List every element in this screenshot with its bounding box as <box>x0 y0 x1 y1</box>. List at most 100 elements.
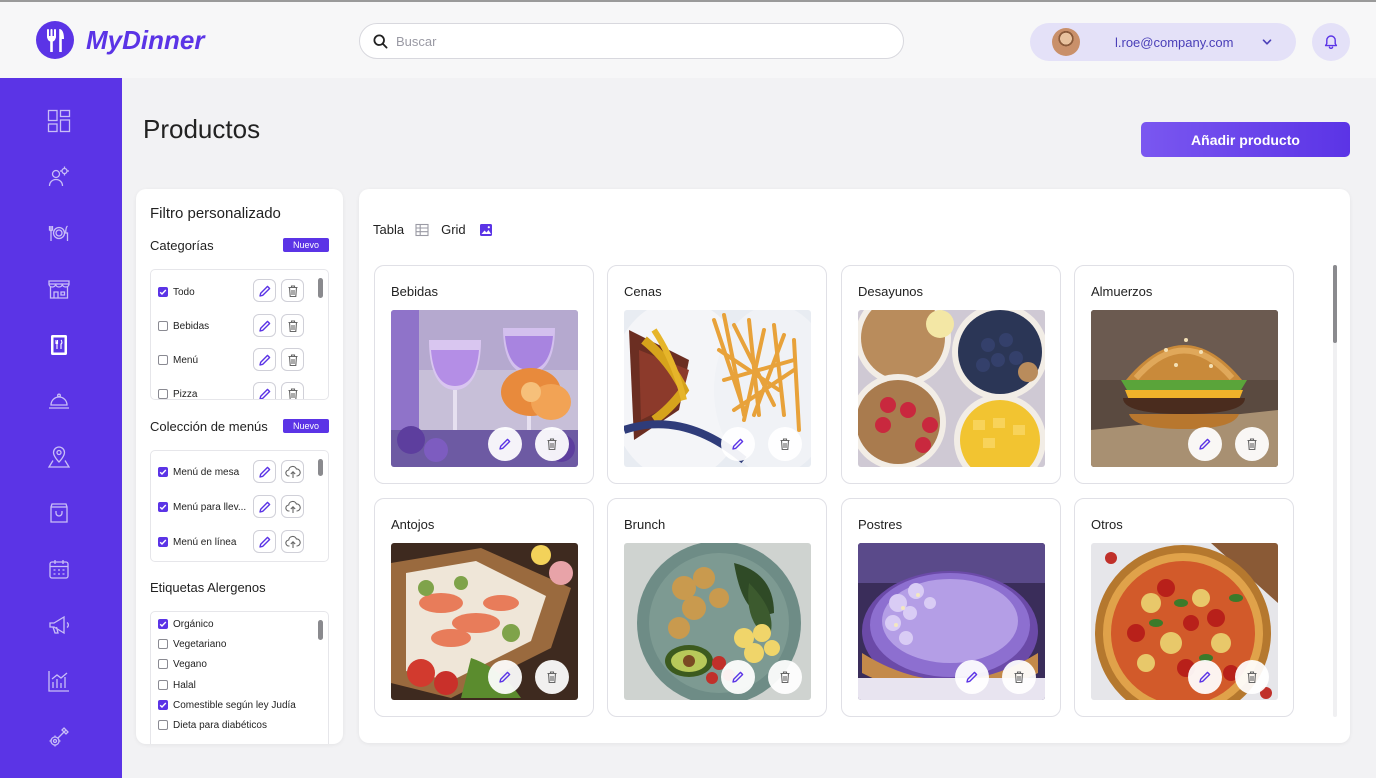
product-title: Postres <box>858 517 903 532</box>
store-icon[interactable] <box>47 277 71 301</box>
trash-icon <box>286 353 300 367</box>
scrollbar-thumb[interactable] <box>318 278 323 298</box>
delete-product-button[interactable] <box>768 660 802 694</box>
edit-button[interactable] <box>253 279 276 302</box>
product-card[interactable]: Almuerzos <box>1074 265 1294 484</box>
allergen-label: Dieta para diabéticos <box>173 719 267 731</box>
product-title: Almuerzos <box>1091 284 1153 299</box>
user-email: l.roe@company.com <box>1115 34 1234 50</box>
scrollbar-thumb[interactable] <box>318 459 323 476</box>
allergens-list: Orgánico Vegetariano Vegano Halal Comest… <box>150 611 329 744</box>
checkbox[interactable] <box>158 639 168 649</box>
dining-icon[interactable] <box>47 221 71 245</box>
table-view-label[interactable]: Tabla <box>373 222 404 237</box>
delete-product-button[interactable] <box>535 427 569 461</box>
product-card[interactable]: Cenas <box>607 265 827 484</box>
trash-icon <box>545 670 559 684</box>
delete-product-button[interactable] <box>535 660 569 694</box>
categories-label: Categorías <box>150 238 214 253</box>
search-bar[interactable] <box>359 23 904 59</box>
edit-product-button[interactable] <box>488 660 522 694</box>
categories-new-badge[interactable]: Nuevo <box>283 238 329 252</box>
tools-icon[interactable] <box>47 725 71 749</box>
edit-button[interactable] <box>253 495 276 518</box>
allergen-item[interactable]: Dieta para diabéticos <box>158 713 318 737</box>
edit-button[interactable] <box>253 382 276 399</box>
checkbox[interactable] <box>158 619 168 629</box>
allergen-label: Comestible según ley Judía <box>173 699 296 711</box>
delete-button[interactable] <box>281 348 304 371</box>
delete-product-button[interactable] <box>768 427 802 461</box>
upload-button[interactable] <box>281 530 304 553</box>
table-icon[interactable] <box>415 223 429 237</box>
delete-product-button[interactable] <box>1235 427 1269 461</box>
edit-product-button[interactable] <box>721 660 755 694</box>
checkbox[interactable] <box>158 700 168 710</box>
search-input[interactable] <box>396 33 876 49</box>
checkbox[interactable] <box>158 355 168 365</box>
grid-view-label[interactable]: Grid <box>441 222 466 237</box>
logo[interactable]: MyDinner <box>36 21 204 59</box>
delete-button[interactable] <box>281 279 304 302</box>
cloche-icon[interactable] <box>47 389 71 413</box>
product-title: Brunch <box>624 517 666 532</box>
checkbox[interactable] <box>158 502 168 512</box>
checkbox[interactable] <box>158 321 168 331</box>
users-settings-icon[interactable] <box>47 165 71 189</box>
megaphone-icon[interactable] <box>47 613 71 637</box>
checkbox[interactable] <box>158 659 168 669</box>
sidebar <box>0 78 122 778</box>
product-card[interactable]: Postres <box>841 498 1061 717</box>
product-card[interactable]: Bebidas <box>374 265 594 484</box>
trash-icon <box>1012 670 1026 684</box>
products-panel: Tabla Grid Bebidas Cenas Desayunos Almue… <box>359 189 1350 743</box>
checkbox[interactable] <box>158 537 168 547</box>
product-title: Bebidas <box>391 284 438 299</box>
user-menu[interactable]: l.roe@company.com <box>1030 23 1296 61</box>
scrollbar-thumb[interactable] <box>318 620 323 640</box>
edit-button[interactable] <box>253 460 276 483</box>
collection-label: Menú en línea <box>173 536 237 548</box>
allergens-label: Etiquetas Alergenos <box>150 580 266 595</box>
edit-product-button[interactable] <box>1188 427 1222 461</box>
add-product-button[interactable]: Añadir producto <box>1141 122 1350 157</box>
collections-new-badge[interactable]: Nuevo <box>283 419 329 433</box>
collections-list: Menú de mesa Menú para llev... Menú en l… <box>150 450 329 562</box>
delete-product-button[interactable] <box>1002 660 1036 694</box>
menu-book-icon[interactable] <box>47 333 71 357</box>
edit-product-button[interactable] <box>721 427 755 461</box>
calendar-icon[interactable] <box>47 557 71 581</box>
product-card[interactable]: Desayunos <box>841 265 1061 484</box>
checkbox[interactable] <box>158 680 168 690</box>
edit-button[interactable] <box>253 314 276 337</box>
upload-button[interactable] <box>281 460 304 483</box>
upload-button[interactable] <box>281 495 304 518</box>
checkbox[interactable] <box>158 467 168 477</box>
chevron-down-icon[interactable] <box>1261 36 1273 48</box>
checkbox[interactable] <box>158 720 168 730</box>
checkbox[interactable] <box>158 389 168 399</box>
checkbox[interactable] <box>158 287 168 297</box>
scrollbar-thumb[interactable] <box>1333 265 1337 343</box>
bag-icon[interactable] <box>47 501 71 525</box>
product-card[interactable]: Brunch <box>607 498 827 717</box>
location-icon[interactable] <box>47 445 71 469</box>
edit-button[interactable] <box>253 348 276 371</box>
allergen-label: Orgánico <box>173 618 214 630</box>
delete-button[interactable] <box>281 382 304 399</box>
edit-product-button[interactable] <box>1188 660 1222 694</box>
trash-icon <box>286 284 300 298</box>
delete-button[interactable] <box>281 314 304 337</box>
dashboard-icon[interactable] <box>47 109 71 133</box>
edit-button[interactable] <box>253 530 276 553</box>
edit-product-button[interactable] <box>955 660 989 694</box>
product-image[interactable] <box>858 310 1045 467</box>
product-card[interactable]: Antojos <box>374 498 594 717</box>
edit-product-button[interactable] <box>488 427 522 461</box>
bar-chart-icon[interactable] <box>47 669 71 693</box>
pencil-icon <box>498 670 512 684</box>
image-icon[interactable] <box>479 223 493 237</box>
delete-product-button[interactable] <box>1235 660 1269 694</box>
notifications-button[interactable] <box>1312 23 1350 61</box>
product-card[interactable]: Otros <box>1074 498 1294 717</box>
